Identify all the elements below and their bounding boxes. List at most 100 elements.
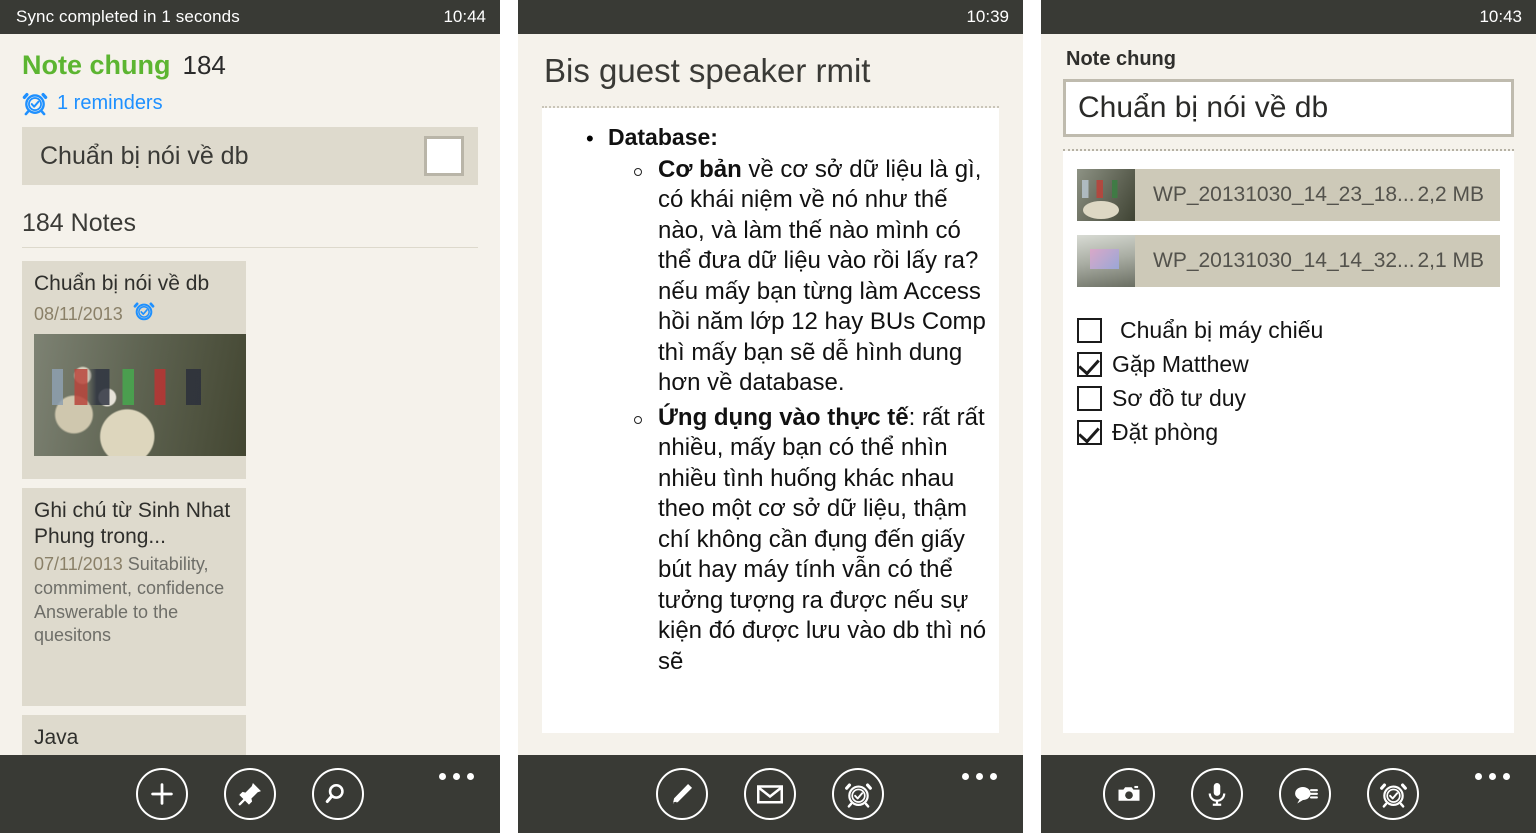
search-icon	[324, 780, 352, 808]
note-tile-meta: 08/11/2013	[34, 300, 234, 326]
attachment-thumbnail	[1077, 169, 1135, 221]
checkbox-unchecked-icon[interactable]	[1077, 317, 1102, 343]
bullet-circle-icon	[634, 168, 642, 176]
checklist-item[interactable]: Gặp Matthew	[1077, 347, 1500, 381]
more-button-3[interactable]	[1475, 773, 1510, 780]
ellipsis-dot	[962, 773, 969, 780]
bullet-level2: Ứng dụng vào thực tế: rất rất nhiều, mấy…	[542, 403, 995, 677]
plus-icon	[147, 779, 177, 809]
reminder-item-label: Chuẩn bị nói về db	[40, 141, 249, 170]
note-reader-body: Bis guest speaker rmit • Database: Cơ bả…	[518, 34, 1023, 755]
attachment-row[interactable]: WP_20131030_14_23_18... 2,2 MB	[1077, 169, 1500, 221]
ellipsis-dot	[1503, 773, 1510, 780]
paragraph-rest: : rất rất nhiều, mấy bạn có thể nhìn nhi…	[658, 403, 987, 675]
ellipsis-dot	[453, 773, 460, 780]
reminder-button[interactable]	[1367, 768, 1419, 820]
camera-icon	[1115, 780, 1143, 808]
notebook-title[interactable]: Note chung	[22, 50, 171, 81]
checklist-item-label: Đặt phòng	[1112, 418, 1219, 445]
reminder-item[interactable]: Chuẩn bị nói về db	[22, 127, 478, 185]
checklist-item-label: Gặp Matthew	[1112, 350, 1249, 377]
speech-bubble-icon	[1291, 780, 1320, 809]
status-bar-2: 10:39	[518, 0, 1023, 34]
note-tile-title: Chuẩn bị nói về db	[34, 272, 210, 295]
pencil-icon	[668, 780, 696, 808]
checkbox-checked-icon[interactable]	[1077, 351, 1102, 377]
reminder-button[interactable]	[832, 768, 884, 820]
notebook-count: 184	[182, 50, 226, 80]
note-editor-body: Note chung Chuẩn bị nói về db WP_2013103…	[1041, 34, 1536, 755]
bullet-level1: • Database:	[542, 124, 995, 151]
note-tile[interactable]: Chuẩn bị nói về db 08/11/2013	[22, 261, 246, 479]
clock-2: 10:39	[966, 7, 1009, 26]
attachment-size: 2,2 MB	[1417, 183, 1484, 206]
sync-status-message: Sync completed in 1 seconds	[16, 7, 240, 26]
microphone-icon	[1203, 780, 1231, 808]
panel-gutter	[500, 0, 518, 833]
alarm-icon	[133, 300, 159, 326]
status-bar-3: 10:43	[1041, 0, 1536, 34]
attachment-name: WP_20131030_14_23_18...	[1153, 183, 1415, 206]
ellipsis-dot	[1489, 773, 1496, 780]
note-tile-title: Java	[34, 726, 79, 749]
checklist-item[interactable]: Chuẩn bị máy chiếu	[1077, 313, 1500, 347]
envelope-icon	[755, 779, 785, 809]
bullet-level1-text: Database:	[608, 124, 718, 150]
attachment-name: WP_20131030_14_14_32...	[1153, 249, 1415, 272]
note-title-input[interactable]: Chuẩn bị nói về db	[1063, 79, 1514, 137]
checklist-item[interactable]: Đặt phòng	[1077, 415, 1500, 449]
edit-button[interactable]	[656, 768, 708, 820]
note-tile[interactable]: Java 04/11/2013 Ask the find by title, w…	[22, 715, 246, 755]
app-bar-2	[518, 755, 1023, 833]
clock-1: 10:44	[443, 7, 486, 26]
checklist-item-label: Sơ đồ tư duy	[1112, 384, 1247, 411]
note-tile[interactable]: Ghi chú từ Sinh Nhat Phung trong... 07/1…	[22, 488, 246, 706]
notes-grid: Chuẩn bị nói về db 08/11/2013 Ghi chú từ…	[22, 261, 478, 755]
reminder-item-checkbox[interactable]	[424, 136, 464, 176]
ellipsis-dot	[976, 773, 983, 780]
bullet-dot-icon: •	[586, 126, 594, 151]
microphone-button[interactable]	[1191, 768, 1243, 820]
pin-button[interactable]	[224, 768, 276, 820]
alarm-icon	[1379, 780, 1408, 809]
attachment-thumbnail	[1077, 235, 1135, 287]
alarm-icon	[844, 780, 873, 809]
paragraph-lead: Ứng dụng vào thực tế	[658, 403, 909, 431]
note-tile-title: Ghi chú từ Sinh Nhat Phung trong...	[34, 499, 231, 549]
attachment-row[interactable]: WP_20131030_14_14_32... 2,1 MB	[1077, 235, 1500, 287]
more-button-1[interactable]	[439, 773, 474, 780]
clock-3: 10:43	[1479, 7, 1522, 26]
add-button[interactable]	[136, 768, 188, 820]
reminders-row[interactable]: 1 reminders	[22, 90, 478, 116]
pin-icon	[236, 780, 264, 808]
bullet-level2: Cơ bản về cơ sở dữ liệu là gì, có khái n…	[542, 155, 995, 399]
note-tile-thumbnail	[34, 334, 246, 457]
checkbox-unchecked-icon[interactable]	[1077, 385, 1102, 411]
search-button[interactable]	[312, 768, 364, 820]
note-tile-date: 08/11/2013	[34, 304, 123, 325]
camera-button[interactable]	[1103, 768, 1155, 820]
checkbox-checked-icon[interactable]	[1077, 419, 1102, 445]
app-bar-1	[0, 755, 500, 833]
ellipsis-dot	[1475, 773, 1482, 780]
panel-gutter	[1023, 0, 1041, 833]
checklist: Chuẩn bị máy chiếu Gặp Matthew Sơ đồ tư …	[1077, 313, 1500, 449]
comment-button[interactable]	[1279, 768, 1331, 820]
attachment-size: 2,1 MB	[1417, 249, 1484, 272]
bullet-circle-icon	[634, 415, 642, 424]
screenshot-root: Sync completed in 1 seconds 10:44 Note c…	[0, 0, 1536, 833]
notebook-header: Note chung 184	[22, 34, 478, 81]
note-editor-content[interactable]: WP_20131030_14_23_18... 2,2 MB WP_201310…	[1063, 151, 1514, 733]
more-button-2[interactable]	[962, 773, 997, 780]
note-title: Bis guest speaker rmit	[544, 52, 871, 89]
status-bar-1: Sync completed in 1 seconds 10:44	[0, 0, 500, 34]
checklist-item[interactable]: Sơ đồ tư duy	[1077, 381, 1500, 415]
ellipsis-dot	[467, 773, 474, 780]
divider	[22, 247, 478, 248]
mail-button[interactable]	[744, 768, 796, 820]
notebook-label: Note chung	[1066, 48, 1176, 70]
ellipsis-dot	[439, 773, 446, 780]
app-bar-3	[1041, 755, 1536, 833]
note-tile-date: 07/11/2013	[34, 554, 123, 575]
note-content[interactable]: • Database: Cơ bản về cơ sở dữ liệu là g…	[542, 108, 999, 733]
